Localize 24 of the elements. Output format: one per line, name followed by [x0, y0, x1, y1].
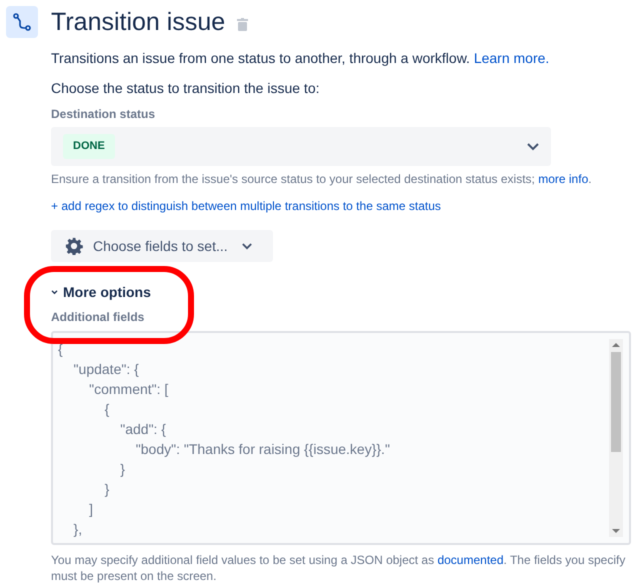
transition-icon — [6, 6, 38, 38]
field-label: Additional fields — [51, 309, 146, 325]
description-text: Transitions an issue from one status to another, through a workflow. Learn more. — [51, 49, 550, 68]
gear-icon — [65, 237, 83, 255]
scroll-down-icon[interactable] — [612, 528, 620, 534]
learn-more-link[interactable]: Learn more. — [474, 50, 550, 66]
add-regex-link[interactable]: + add regex to distinguish between multiple transitions to the same status — [51, 198, 441, 214]
chevron-down-icon — [242, 242, 252, 250]
page-title: Transition issue — [51, 7, 226, 37]
scrollbar[interactable] — [609, 339, 623, 537]
field-label: Destination status — [51, 106, 156, 122]
status-lozenge: DONE — [63, 134, 115, 159]
scroll-up-icon[interactable] — [612, 342, 620, 348]
more-options-toggle[interactable]: More options — [51, 282, 151, 302]
more-info-link[interactable]: more info — [538, 172, 588, 186]
helper-text: Ensure a transition from the issue's source status to your selected destination status exists; more info. — [51, 171, 593, 187]
choose-fields-button[interactable]: Choose fields to set... — [51, 230, 273, 262]
helper-text: You may specify additional field values to be set using a JSON object as documented. The fields you specify must be present on the screen. — [51, 552, 626, 584]
chevron-icon — [51, 290, 58, 294]
documented-link[interactable]: documented — [437, 553, 504, 567]
json-editor[interactable]: { "update": { "comment": [ { "add": { "body": "Thanks for raising {{issue.key}}." } } ] }, — [51, 331, 631, 545]
chevron-down-icon — [527, 142, 539, 150]
prompt-text: Choose the status to transition the issue to: — [51, 79, 320, 98]
status-select[interactable]: DONE — [51, 127, 551, 166]
